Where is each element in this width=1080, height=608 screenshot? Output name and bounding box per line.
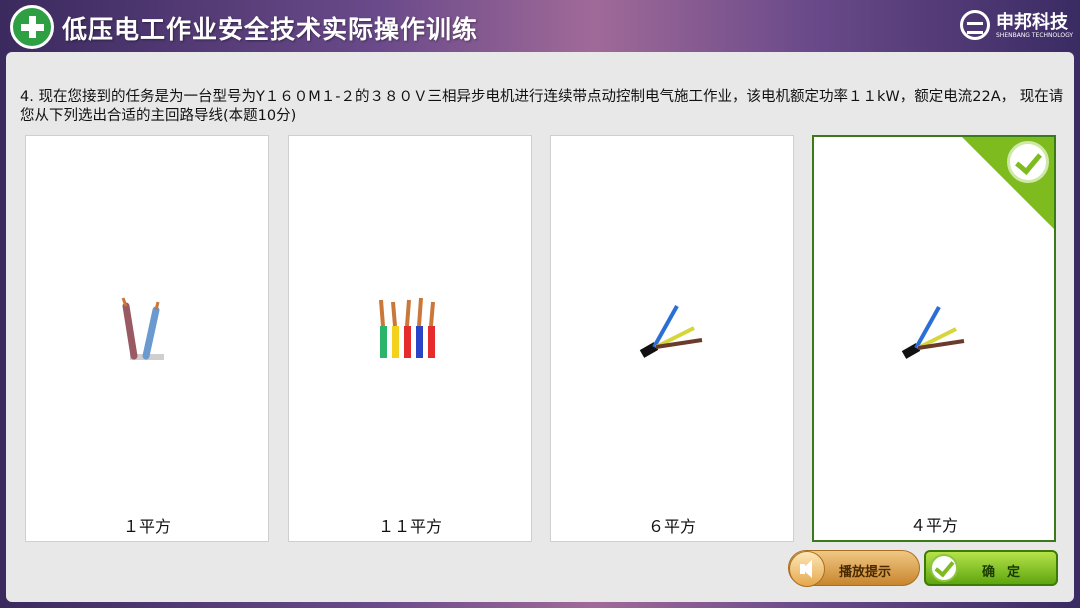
title-bar: 低压电工作业安全技术实际操作训练 申邦科技 SHENBANG TECHNOLOG… [0, 0, 1080, 52]
three-core-cable-icon [901, 306, 965, 359]
brand-logo: 申邦科技 SHENBANG TECHNOLOGY [960, 8, 1074, 44]
app-title: 低压电工作业安全技术实际操作训练 [62, 15, 479, 44]
option-card-1[interactable]: １平方 [25, 135, 269, 542]
play-hint-label: 播放提示 [839, 565, 892, 580]
brand-mark-icon [960, 10, 990, 40]
safety-cross-logo [10, 5, 54, 49]
option-label: １平方 [122, 517, 171, 536]
option-label: １１平方 [377, 517, 442, 536]
option-card-2[interactable]: １１平方 [288, 135, 532, 542]
speaker-icon [789, 551, 825, 587]
colored-wires-icon [379, 297, 435, 358]
option-label: ４平方 [909, 516, 958, 535]
confirm-label: 确定 [982, 565, 1033, 580]
brand-subtitle: SHENBANG TECHNOLOGY [996, 32, 1074, 39]
option-card-4-selected[interactable]: ４平方 [812, 135, 1056, 542]
checkmark-icon [1007, 141, 1049, 183]
twin-wire-icon [121, 297, 164, 360]
check-icon [930, 554, 958, 582]
question-text: 4. 现在您接到的任务是为一台型号为Y１６０M１-２的３８０Ｖ三相异步电机进行连… [20, 89, 1064, 124]
three-core-cable-icon [639, 305, 703, 358]
brand-name: 申邦科技 [996, 12, 1068, 33]
option-card-3[interactable]: ６平方 [550, 135, 794, 542]
option-label: ６平方 [647, 517, 696, 536]
play-hint-button[interactable]: 播放提示 [788, 550, 920, 587]
confirm-button[interactable]: 确定 [924, 550, 1058, 586]
